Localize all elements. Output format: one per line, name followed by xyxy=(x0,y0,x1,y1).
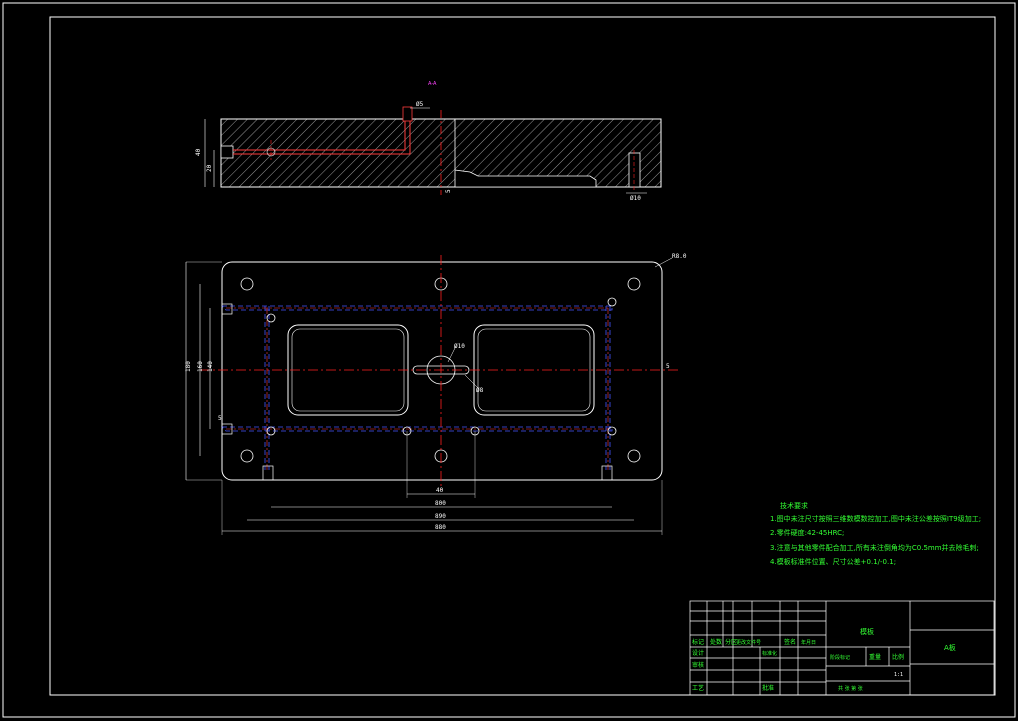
tb-stage: 阶段标记 xyxy=(830,654,850,661)
cooling-centerlines xyxy=(226,307,610,470)
cad-drawing-canvas: 40 20 Ø5 A-A 5 Ø10 180 160 140 5 R8.0 Ø1… xyxy=(2,2,1016,718)
tb-row-mark: 标记 xyxy=(692,638,704,646)
dim-small: 5 xyxy=(218,415,222,422)
dim-bottom-outer: 890 xyxy=(435,513,446,520)
dim-center: Ø10 xyxy=(454,343,465,350)
tb-design: 设计 xyxy=(692,649,704,657)
outer-frame xyxy=(2,2,1016,718)
dim-bottom-mid: 800 xyxy=(435,500,446,507)
dim-width-inner: 140 xyxy=(207,361,214,372)
tb-process: 工艺 xyxy=(692,684,704,692)
section-pin xyxy=(628,152,641,188)
notes-heading: 技术要求 xyxy=(780,501,808,510)
tb-drawing-name: A板 xyxy=(944,643,956,652)
section-dim-step: 5 xyxy=(445,189,452,193)
tb-row-sign: 签名 xyxy=(784,638,796,646)
dim-radius: R8.0 xyxy=(672,253,687,260)
tb-part-name: 模板 xyxy=(860,627,874,636)
section-dim-depth: Ø5 xyxy=(416,101,424,108)
dim-radius-leader xyxy=(654,257,673,268)
tb-standard: 标准化 xyxy=(762,650,777,657)
section-channel-end xyxy=(220,145,234,159)
note-1: 1.图中未注尺寸按照三维数模数控加工,图中未注公差按照IT9级加工; xyxy=(770,514,981,523)
dim-bottom-inner: 40 xyxy=(436,487,444,494)
note-3: 3.注意与其他零件配合加工,所有未注倒角均为C0.5mm并去除毛刺; xyxy=(770,543,979,552)
tb-weight: 重量 xyxy=(869,653,881,661)
note-2: 2.零件硬度:42-45HRC; xyxy=(770,528,844,537)
tb-row-file: 更改文件号 xyxy=(736,639,761,646)
section-dim-height: 40 xyxy=(195,148,202,156)
cooling-channel-vertical xyxy=(264,306,611,470)
section-inlet xyxy=(402,106,413,122)
dim-width-mid: 160 xyxy=(197,361,204,372)
dim-right-mark: 5 xyxy=(666,363,670,370)
technical-notes: 技术要求 1.图中未注尺寸按照三维数模数控加工,图中未注公差按照IT9级加工; … xyxy=(770,501,981,566)
section-view: 40 20 Ø5 A-A 5 Ø10 xyxy=(195,81,662,202)
tb-ratio: 比例 xyxy=(892,653,904,661)
note-4: 4.模板标准件位置、尺寸公差+0.1/-0.1; xyxy=(770,557,896,566)
dim-width-outer: 180 xyxy=(185,361,192,372)
section-dim-pin: Ø10 xyxy=(630,195,641,202)
section-dim-inner: 20 xyxy=(206,164,213,172)
dim-bottom-total: 880 xyxy=(435,524,446,531)
section-label: A-A xyxy=(428,81,437,87)
tb-row-date: 年月日 xyxy=(801,639,816,646)
plan-view: 180 160 140 5 R8.0 Ø10 Ø8 5 40 800 890 8… xyxy=(185,253,687,535)
plug-bottom-right xyxy=(601,465,613,481)
tb-scale: 1:1 xyxy=(894,672,903,678)
tb-row-count: 处数 xyxy=(710,638,722,646)
plug-bottom-left xyxy=(262,465,274,481)
dim-gate: Ø8 xyxy=(476,387,484,394)
tb-check: 审核 xyxy=(692,661,704,669)
tb-approve: 批准 xyxy=(762,684,774,692)
tb-sheet: 共 张 第 张 xyxy=(838,685,863,692)
plug-tl xyxy=(221,303,233,315)
